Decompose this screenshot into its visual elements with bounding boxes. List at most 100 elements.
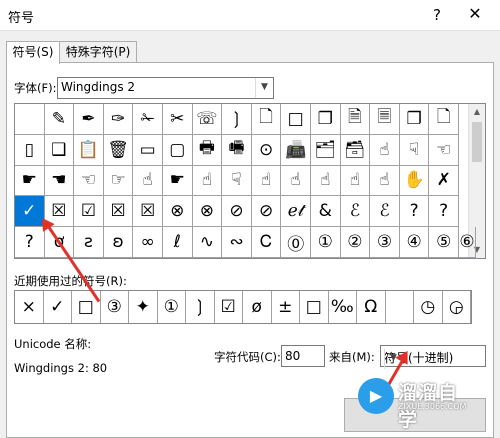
recent-symbol-cell[interactable]: ☑ — [215, 291, 243, 323]
symbol-cell[interactable]: ⑤ — [429, 227, 459, 258]
symbol-cell[interactable]: ⊗ — [163, 196, 193, 228]
scroll-thumb[interactable] — [472, 122, 482, 162]
symbol-cell[interactable]: ❑ — [44, 134, 75, 166]
recent-symbol-cell[interactable]: ◶ — [443, 291, 471, 323]
symbol-cell[interactable]: Ꮯ — [251, 227, 282, 258]
symbol-cell[interactable]: ▢ — [163, 134, 193, 166]
symbol-cell[interactable]: 🖶 — [192, 134, 223, 166]
symbol-cell[interactable]: 🗋 — [251, 104, 282, 135]
help-button[interactable]: ? — [428, 5, 446, 25]
symbol-cell[interactable]: ℯ𝓉 — [281, 196, 311, 228]
window-title: 符号 — [8, 11, 35, 26]
symbol-cell[interactable]: ⑥ — [459, 227, 476, 258]
symbol-cell[interactable]: ❐ — [311, 104, 341, 135]
recent-symbol-cell[interactable]: ❳ — [186, 291, 215, 323]
symbol-cell[interactable]: 📠 — [281, 134, 311, 166]
symbol-cell[interactable]: ☝ — [192, 165, 223, 197]
symbol-cell[interactable]: 🖷 — [222, 134, 252, 166]
recent-symbol-cell[interactable]: Ω — [357, 291, 386, 323]
symbol-cell[interactable]: ⊘ — [222, 196, 252, 228]
recent-symbol-cell[interactable]: ◷ — [414, 291, 443, 323]
symbol-cell[interactable]: ☏ — [192, 104, 223, 135]
symbol-cell[interactable]: ☒ — [133, 196, 163, 228]
symbol-cell[interactable]: ☝ — [370, 134, 400, 166]
tab-special-characters[interactable]: 特殊字符(P) — [59, 41, 137, 63]
recent-symbol-cell[interactable]: □ — [300, 291, 329, 323]
symbol-cell[interactable]: ⊙ — [251, 134, 282, 166]
symbol-cell[interactable]: ∾ — [222, 227, 252, 258]
recent-symbols-row[interactable]: × ✓ □ ③ ✦ ① ❳ ☑ ø ± □ ‰ Ω ◷ ◶ — [14, 290, 472, 324]
symbol-cell[interactable]: ✗ — [429, 165, 459, 197]
recent-symbol-cell[interactable]: ✓ — [44, 291, 72, 323]
symbol-cell[interactable]: ℓ — [163, 227, 193, 258]
symbol-cell[interactable]: ☛ — [163, 165, 193, 197]
symbol-cell[interactable]: □ — [281, 104, 311, 135]
symbol-cell[interactable]: ❳ — [222, 104, 252, 135]
chevron-down-icon[interactable]: ▼ — [255, 78, 273, 98]
symbol-cell[interactable]: ▭ — [133, 134, 163, 166]
recent-symbol-cell[interactable]: ø — [243, 291, 272, 323]
symbol-cell[interactable]: ✁ — [133, 104, 163, 135]
recent-symbol-cell[interactable]: ③ — [101, 291, 129, 323]
symbol-cell[interactable]: ☟ — [399, 134, 430, 166]
symbol-cell[interactable]: ƨ — [74, 227, 104, 258]
recent-symbol-cell[interactable]: ± — [272, 291, 300, 323]
symbol-cell[interactable]: ∿ — [192, 227, 223, 258]
recent-symbol-cell[interactable]: ① — [158, 291, 186, 323]
char-code-input[interactable]: 80 — [281, 345, 325, 367]
symbol-cell[interactable]: ✎ — [44, 104, 75, 135]
symbol-cell[interactable]: ? — [15, 227, 45, 258]
symbol-cell[interactable]: ☟ — [222, 165, 252, 197]
symbol-cell[interactable]: ☝ — [340, 165, 371, 197]
close-button[interactable]: ✕ — [466, 4, 484, 24]
symbol-cell[interactable]: ☚ — [44, 165, 75, 197]
symbol-cell[interactable]: 🗂 — [311, 134, 341, 166]
symbol-grid[interactable]: ▲ ▼ ✎ ✒ ✑ ✁ ✂ ☏ ❳ 🗋 □ ❐ 🗎 🗏 ❐ 🗋 ▯ ❑ 📋 🗑 ▭ ▢ 🖶 🖷 ⊙ 📠 🗂 🗃 ☝ ☟ ☜ ☛ ☚ ☜ ☞ ☝ ☛ ☝… — [14, 103, 486, 259]
symbol-cell[interactable]: ② — [340, 227, 371, 258]
symbol-cell[interactable]: 🗑 — [103, 134, 134, 166]
symbol-cell[interactable]: ☝ — [311, 165, 341, 197]
symbol-cell[interactable]: ☝ — [370, 165, 400, 197]
symbol-cell[interactable]: 🗎 — [340, 104, 371, 135]
symbol-cell[interactable]: ☒ — [103, 196, 134, 228]
symbol-cell[interactable]: 🗋 — [429, 104, 459, 135]
symbol-cell[interactable]: ❐ — [399, 104, 430, 135]
recent-symbol-cell[interactable]: ✦ — [129, 291, 158, 323]
symbol-cell[interactable]: ⓪ — [281, 227, 311, 258]
symbol-cell[interactable]: ③ — [370, 227, 400, 258]
symbol-cell[interactable]: ✑ — [103, 104, 134, 135]
symbol-cell[interactable]: ☛ — [15, 165, 45, 197]
symbol-cell[interactable]: ∞ — [133, 227, 163, 258]
symbol-cell[interactable]: ⊘ — [251, 196, 282, 228]
symbol-cell[interactable]: ℰ — [370, 196, 400, 228]
symbol-cell[interactable]: ☜ — [429, 134, 459, 166]
symbol-cell[interactable]: ☞ — [103, 165, 134, 197]
symbol-cell[interactable]: ▯ — [15, 134, 45, 166]
symbol-cell[interactable]: ⊗ — [192, 196, 223, 228]
symbol-cell[interactable]: 🗏 — [370, 104, 400, 135]
symbol-cell[interactable]: ☝ — [133, 165, 163, 197]
symbol-cell[interactable]: ʚ — [103, 227, 134, 258]
symbol-cell[interactable] — [15, 104, 45, 135]
symbol-cell[interactable]: ? — [399, 196, 430, 228]
scroll-up-icon[interactable]: ▲ — [469, 104, 485, 120]
symbol-cell[interactable]: ☜ — [74, 165, 104, 197]
symbol-cell[interactable]: ℰ — [340, 196, 371, 228]
symbol-cell[interactable]: 📋 — [74, 134, 104, 166]
symbol-cell[interactable]: ✂ — [163, 104, 193, 135]
symbol-cell[interactable]: ? — [429, 196, 459, 228]
tab-symbols[interactable]: 符号(S) — [6, 41, 60, 64]
symbol-cell[interactable]: ☝ — [281, 165, 311, 197]
font-dropdown[interactable]: Wingdings 2 ▼ — [57, 77, 274, 99]
recent-symbol-cell[interactable]: ‰ — [329, 291, 357, 323]
symbol-cell[interactable]: ☑ — [74, 196, 104, 228]
symbol-cell[interactable]: ✒ — [74, 104, 104, 135]
recent-symbol-cell[interactable] — [386, 291, 414, 323]
symbol-cell[interactable]: ✋ — [399, 165, 430, 197]
symbol-cell[interactable]: & — [311, 196, 341, 228]
symbol-cell[interactable]: ① — [311, 227, 341, 258]
symbol-cell[interactable]: ④ — [399, 227, 430, 258]
symbol-cell[interactable]: 🗃 — [340, 134, 371, 166]
symbol-cell[interactable]: ☝ — [251, 165, 282, 197]
recent-symbol-cell[interactable]: × — [15, 291, 44, 323]
